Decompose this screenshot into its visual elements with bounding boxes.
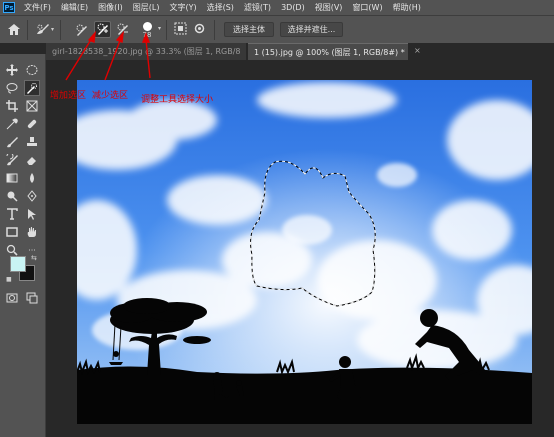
annotation-subtract-selection: 减少选区	[92, 91, 129, 101]
annotation-add-selection: 增加选区	[50, 91, 87, 101]
annotation-adjust-tool: 调整工具选择大小	[141, 95, 214, 105]
foreground-color-swatch[interactable]	[10, 256, 26, 272]
annotation-arrows	[65, 30, 151, 81]
